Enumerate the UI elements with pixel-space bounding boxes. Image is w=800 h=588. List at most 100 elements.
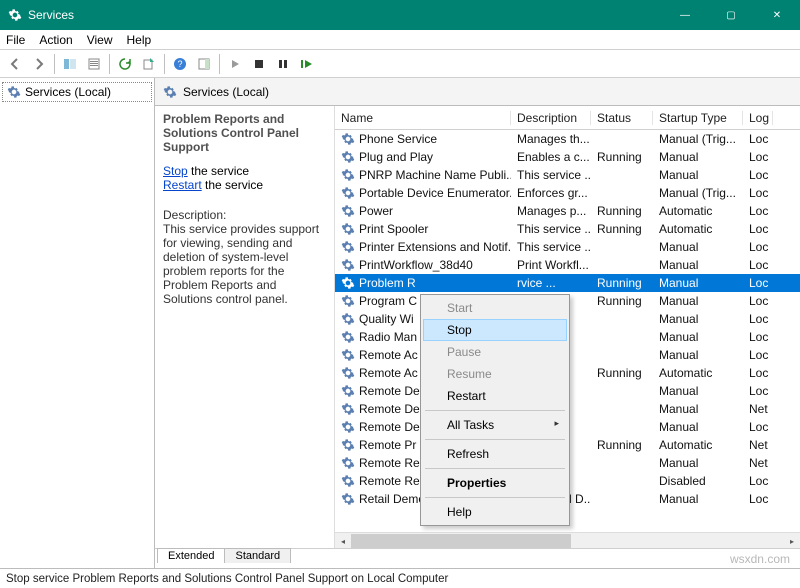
back-button[interactable] bbox=[4, 53, 26, 75]
gear-icon bbox=[341, 492, 355, 506]
menu-help[interactable]: Help bbox=[127, 33, 152, 47]
show-hide-tree-button[interactable] bbox=[59, 53, 81, 75]
gear-icon bbox=[341, 402, 355, 416]
service-log: Loc bbox=[743, 186, 773, 200]
stop-service-link[interactable]: Stop bbox=[163, 164, 188, 178]
gear-icon bbox=[341, 330, 355, 344]
toolbar: ? bbox=[0, 50, 800, 78]
ctx-pause[interactable]: Pause bbox=[423, 341, 567, 363]
list-heading: Services (Local) bbox=[155, 78, 800, 106]
maximize-button[interactable]: ▢ bbox=[708, 0, 754, 30]
service-startup-type: Manual bbox=[653, 240, 743, 254]
gear-icon bbox=[341, 456, 355, 470]
table-row[interactable]: PrintWorkflow_38d40Print Workfl...Manual… bbox=[335, 256, 800, 274]
col-startup-type[interactable]: Startup Type bbox=[653, 111, 743, 125]
tab-extended[interactable]: Extended bbox=[157, 548, 225, 563]
service-status: Running bbox=[591, 204, 653, 218]
service-log: Loc bbox=[743, 348, 773, 362]
ctx-refresh[interactable]: Refresh bbox=[423, 443, 567, 465]
menu-action[interactable]: Action bbox=[39, 33, 72, 47]
table-row[interactable]: Problem Rrvice ...RunningManualLoc bbox=[335, 274, 800, 292]
service-name: Program C bbox=[359, 294, 417, 308]
service-description: Enables a c... bbox=[511, 150, 591, 164]
service-description: This service ... bbox=[511, 240, 591, 254]
pause-service-button[interactable] bbox=[272, 53, 294, 75]
gear-icon bbox=[7, 85, 21, 99]
close-button[interactable]: ✕ bbox=[754, 0, 800, 30]
service-startup-type: Manual (Trig... bbox=[653, 186, 743, 200]
restart-service-button[interactable] bbox=[296, 53, 318, 75]
column-headers: Name Description Status Startup Type Log bbox=[335, 106, 800, 130]
table-row[interactable]: Printer Extensions and Notif...This serv… bbox=[335, 238, 800, 256]
service-status: Running bbox=[591, 150, 653, 164]
gear-icon bbox=[341, 240, 355, 254]
menu-view[interactable]: View bbox=[87, 33, 113, 47]
tab-strip: Extended Standard bbox=[155, 548, 800, 568]
col-description[interactable]: Description bbox=[511, 111, 591, 125]
action-pane-button[interactable] bbox=[193, 53, 215, 75]
tab-standard[interactable]: Standard bbox=[224, 548, 291, 563]
gear-icon bbox=[341, 258, 355, 272]
restart-service-link[interactable]: Restart bbox=[163, 178, 202, 192]
service-startup-type: Manual bbox=[653, 150, 743, 164]
description-label: Description: bbox=[163, 208, 326, 222]
scroll-left-arrow[interactable]: ◂ bbox=[335, 533, 351, 549]
scroll-thumb[interactable] bbox=[351, 534, 571, 548]
table-row[interactable]: PowerManages p...RunningAutomaticLoc bbox=[335, 202, 800, 220]
service-name: Power bbox=[359, 204, 393, 218]
selected-service-name: Problem Reports and Solutions Control Pa… bbox=[163, 112, 326, 154]
col-log[interactable]: Log bbox=[743, 111, 773, 125]
service-startup-type: Manual bbox=[653, 294, 743, 308]
scroll-right-arrow[interactable]: ▸ bbox=[784, 533, 800, 549]
ctx-resume[interactable]: Resume bbox=[423, 363, 567, 385]
service-name: Plug and Play bbox=[359, 150, 433, 164]
tree-item-services-local[interactable]: Services (Local) bbox=[2, 82, 152, 102]
service-startup-type: Automatic bbox=[653, 204, 743, 218]
properties-button[interactable] bbox=[83, 53, 105, 75]
service-name: Remote Pr bbox=[359, 438, 416, 452]
gear-icon bbox=[341, 312, 355, 326]
ctx-help[interactable]: Help bbox=[423, 501, 567, 523]
service-log: Loc bbox=[743, 294, 773, 308]
scrollbar-horizontal[interactable]: ◂ ▸ bbox=[335, 532, 800, 548]
service-description: This service ... bbox=[511, 168, 591, 182]
stop-service-button[interactable] bbox=[248, 53, 270, 75]
ctx-start[interactable]: Start bbox=[423, 297, 567, 319]
detail-pane: Problem Reports and Solutions Control Pa… bbox=[155, 106, 335, 548]
gear-icon bbox=[341, 204, 355, 218]
menu-file[interactable]: File bbox=[6, 33, 25, 47]
app-icon bbox=[8, 8, 22, 22]
refresh-button[interactable] bbox=[114, 53, 136, 75]
service-startup-type: Automatic bbox=[653, 222, 743, 236]
service-status: Running bbox=[591, 366, 653, 380]
ctx-stop[interactable]: Stop bbox=[423, 319, 567, 341]
ctx-all-tasks[interactable]: All Tasks bbox=[423, 414, 567, 436]
col-name[interactable]: Name bbox=[335, 111, 511, 125]
service-name: Remote Re bbox=[359, 474, 420, 488]
tree-item-label: Services (Local) bbox=[25, 85, 111, 99]
col-status[interactable]: Status bbox=[591, 111, 653, 125]
export-button[interactable] bbox=[138, 53, 160, 75]
context-menu: Start Stop Pause Resume Restart All Task… bbox=[420, 294, 570, 526]
table-row[interactable]: Phone ServiceManages th...Manual (Trig..… bbox=[335, 130, 800, 148]
gear-icon bbox=[341, 366, 355, 380]
service-name: Remote Re bbox=[359, 456, 420, 470]
service-log: Loc bbox=[743, 258, 773, 272]
start-service-button[interactable] bbox=[224, 53, 246, 75]
service-log: Net bbox=[743, 456, 773, 470]
minimize-button[interactable]: — bbox=[662, 0, 708, 30]
service-startup-type: Automatic bbox=[653, 438, 743, 452]
table-row[interactable]: Portable Device Enumerator...Enforces gr… bbox=[335, 184, 800, 202]
service-description: Print Workfl... bbox=[511, 258, 591, 272]
table-row[interactable]: Print SpoolerThis service ...RunningAuto… bbox=[335, 220, 800, 238]
service-description: Manages p... bbox=[511, 204, 591, 218]
service-log: Loc bbox=[743, 276, 773, 290]
ctx-properties[interactable]: Properties bbox=[423, 472, 567, 494]
gear-icon bbox=[341, 168, 355, 182]
ctx-restart[interactable]: Restart bbox=[423, 385, 567, 407]
table-row[interactable]: PNRP Machine Name Publi...This service .… bbox=[335, 166, 800, 184]
forward-button[interactable] bbox=[28, 53, 50, 75]
help-button[interactable]: ? bbox=[169, 53, 191, 75]
table-row[interactable]: Plug and Play Enables a c...RunningManual… bbox=[335, 148, 800, 166]
service-description: rvice ... bbox=[511, 276, 591, 290]
